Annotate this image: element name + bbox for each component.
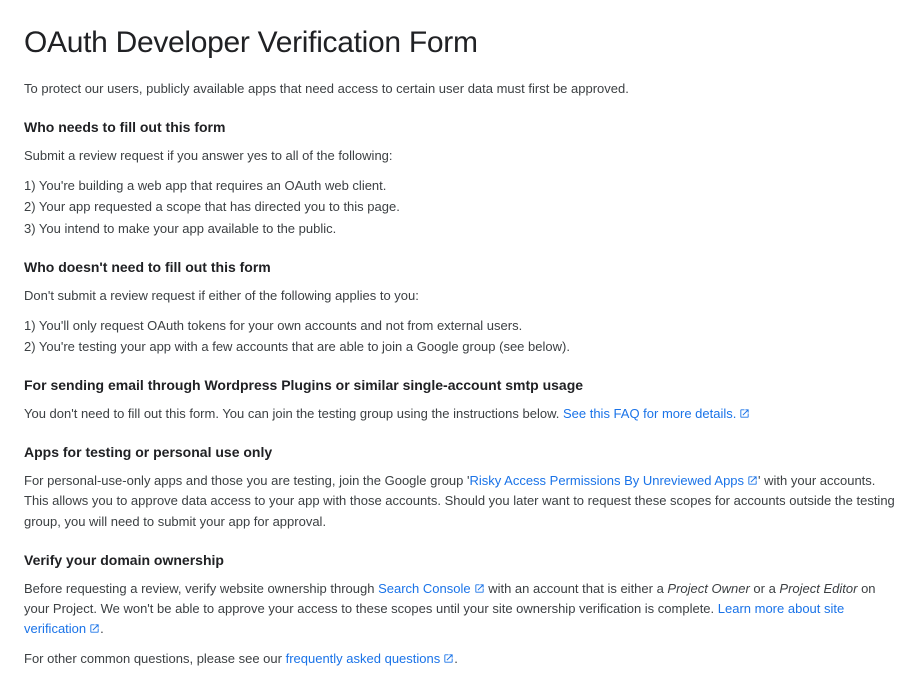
body-text: You don't need to fill out this form. Yo… xyxy=(24,404,896,424)
text-fragment: For personal-use-only apps and those you… xyxy=(24,473,469,488)
external-link-icon xyxy=(443,653,454,664)
section-lead: Submit a review request if you answer ye… xyxy=(24,146,896,166)
criteria-list: 1) You're building a web app that requir… xyxy=(24,176,896,238)
intro-text: To protect our users, publicly available… xyxy=(24,79,896,99)
emphasis-project-owner: Project Owner xyxy=(667,581,749,596)
body-text: For other common questions, please see o… xyxy=(24,649,896,669)
external-link-icon xyxy=(747,475,758,486)
section-heading-smtp: For sending email through Wordpress Plug… xyxy=(24,375,896,396)
text-fragment: . xyxy=(100,621,104,636)
emphasis-project-editor: Project Editor xyxy=(779,581,857,596)
external-link-icon xyxy=(474,583,485,594)
section-heading-who-needs: Who needs to fill out this form xyxy=(24,117,896,138)
section-heading-testing: Apps for testing or personal use only xyxy=(24,442,896,463)
page-title: OAuth Developer Verification Form xyxy=(24,20,896,65)
text-fragment: or a xyxy=(750,581,780,596)
list-item: 3) You intend to make your app available… xyxy=(24,219,896,239)
section-lead: Don't submit a review request if either … xyxy=(24,286,896,306)
risky-group-link[interactable]: Risky Access Permissions By Unreviewed A… xyxy=(469,473,758,488)
search-console-link[interactable]: Search Console xyxy=(378,581,485,596)
list-item: 2) You're testing your app with a few ac… xyxy=(24,337,896,357)
text-fragment: with an account that is either a xyxy=(485,581,668,596)
faq-link[interactable]: See this FAQ for more details. xyxy=(563,406,750,421)
section-heading-verify: Verify your domain ownership xyxy=(24,550,896,571)
text-fragment: You don't need to fill out this form. Yo… xyxy=(24,406,563,421)
body-text: Before requesting a review, verify websi… xyxy=(24,579,896,639)
external-link-icon xyxy=(89,623,100,634)
text-fragment: For other common questions, please see o… xyxy=(24,651,286,666)
list-item: 1) You're building a web app that requir… xyxy=(24,176,896,196)
external-link-icon xyxy=(739,408,750,419)
list-item: 1) You'll only request OAuth tokens for … xyxy=(24,316,896,336)
text-fragment: Before requesting a review, verify websi… xyxy=(24,581,378,596)
faq-link[interactable]: frequently asked questions xyxy=(286,651,455,666)
exclusion-list: 1) You'll only request OAuth tokens for … xyxy=(24,316,896,357)
body-text: For personal-use-only apps and those you… xyxy=(24,471,896,531)
list-item: 2) Your app requested a scope that has d… xyxy=(24,197,896,217)
text-fragment: . xyxy=(454,651,458,666)
section-heading-who-not: Who doesn't need to fill out this form xyxy=(24,257,896,278)
